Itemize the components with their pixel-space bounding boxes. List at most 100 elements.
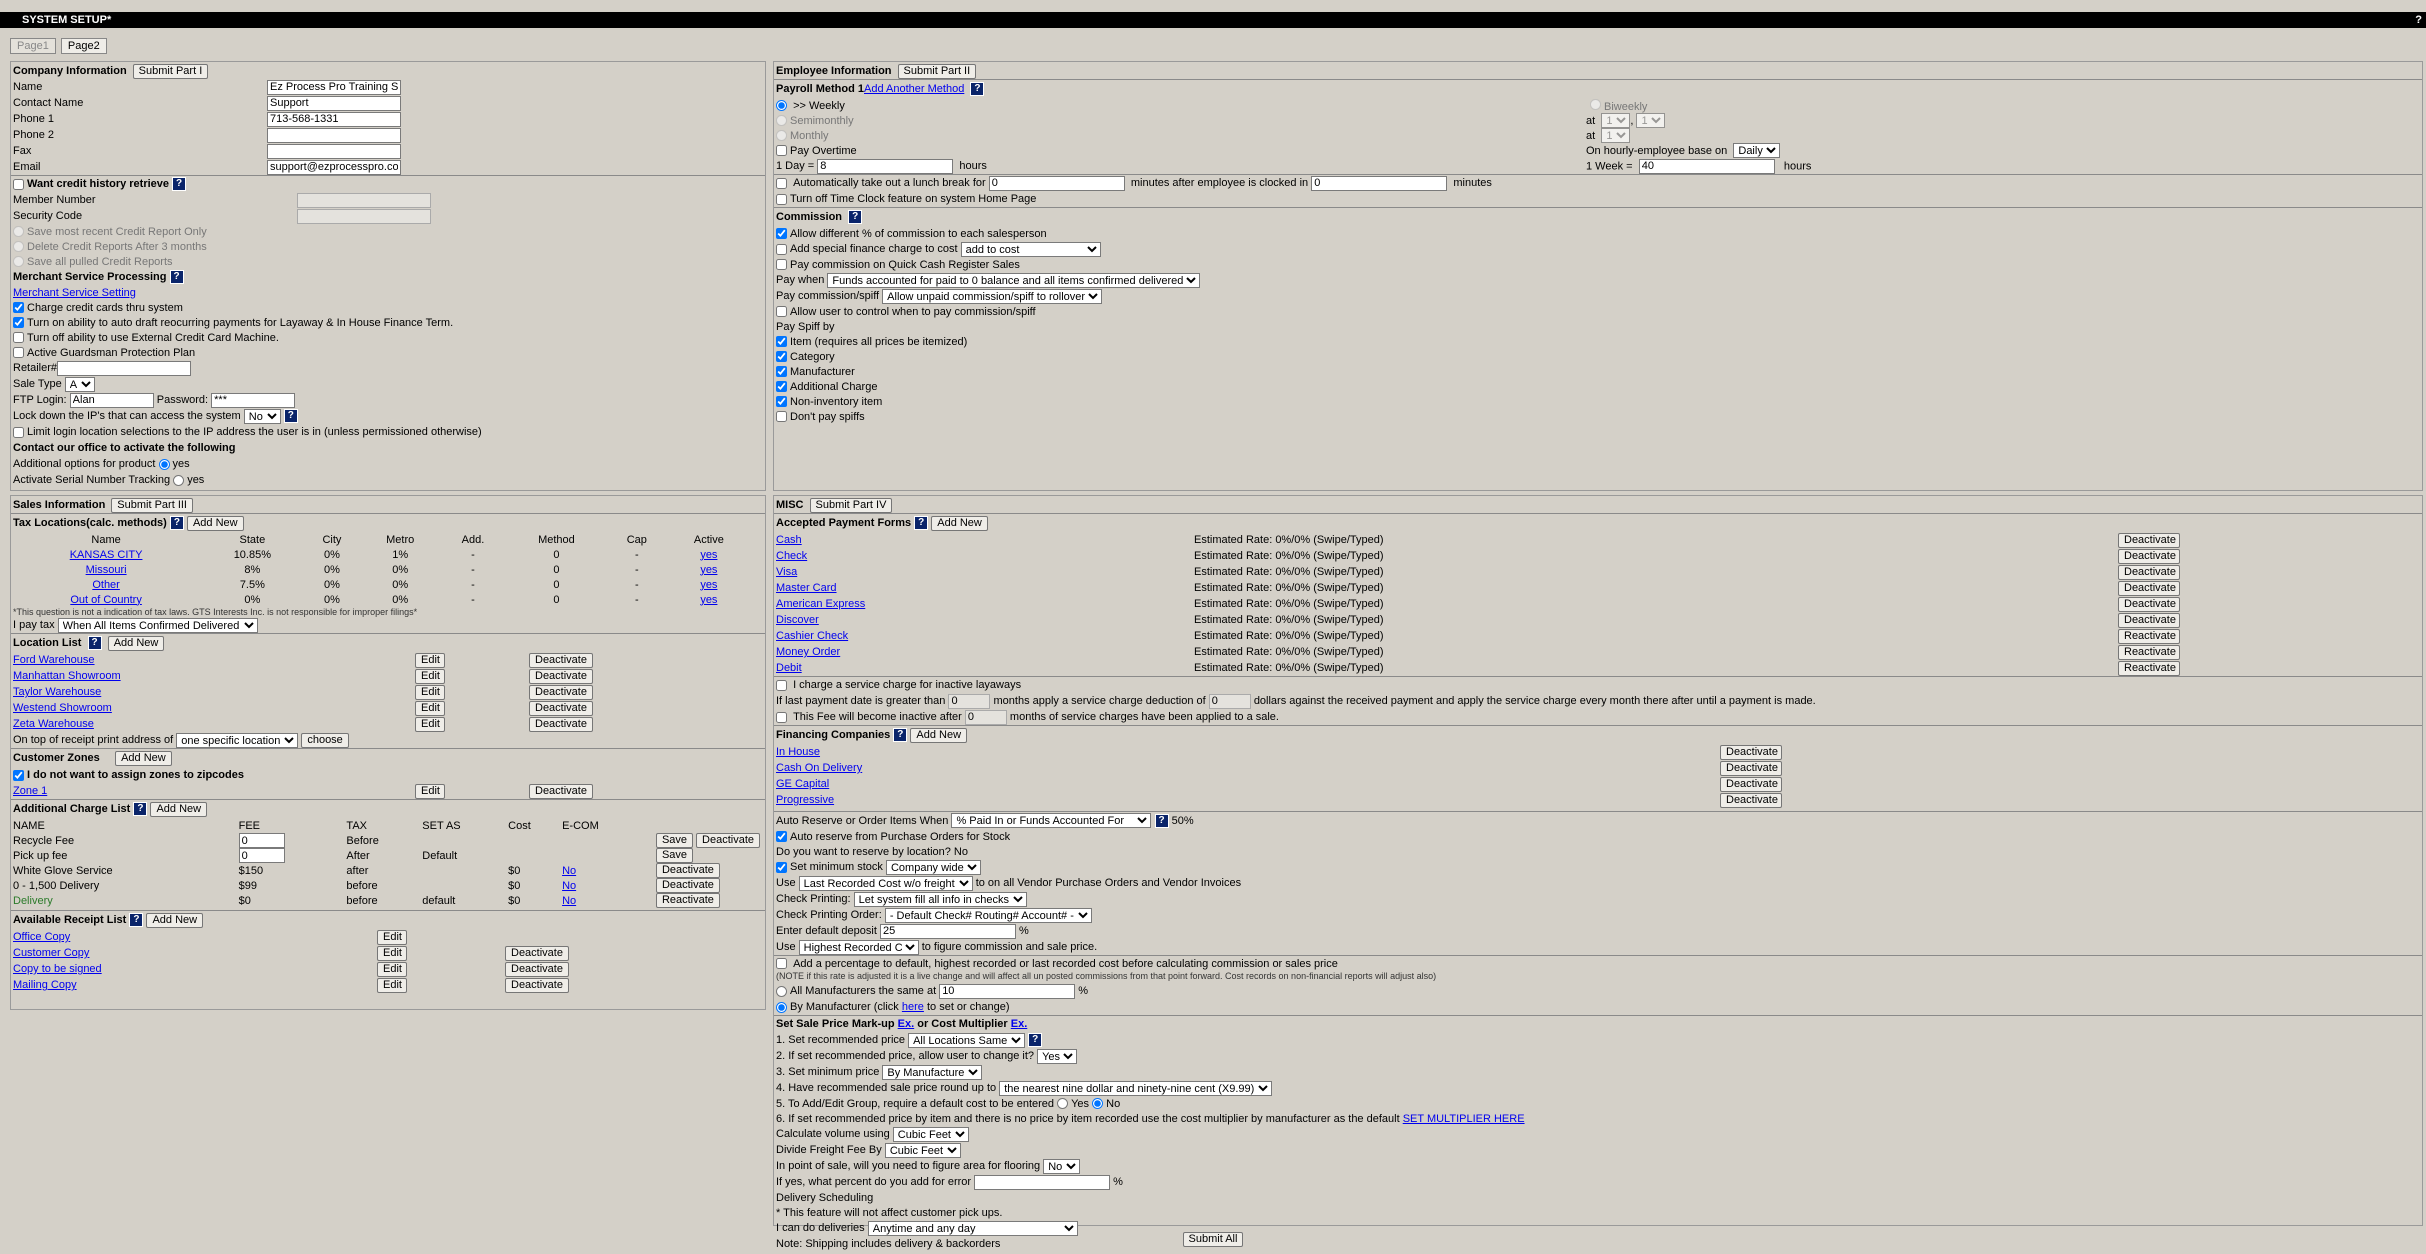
add-receipt-button[interactable]: Add New	[146, 912, 204, 928]
tax-location-link[interactable]: Missouri	[86, 564, 127, 576]
tax-cell[interactable]: Missouri	[11, 562, 201, 577]
company-field-input[interactable]	[267, 79, 401, 95]
tax-active-link[interactable]: yes	[700, 564, 717, 576]
set5-no-radio[interactable]	[1092, 1098, 1104, 1109]
comm-finance-select[interactable]: add to cost	[960, 241, 1101, 257]
tax-cell[interactable]: KANSAS CITY	[11, 547, 201, 562]
day-hours-input[interactable]	[817, 158, 954, 174]
tax-cell[interactable]: yes	[667, 592, 751, 607]
payment-link[interactable]: Visa	[776, 566, 797, 578]
help-icon[interactable]: ?	[848, 210, 863, 224]
payment-action-button[interactable]: Deactivate	[2118, 548, 2180, 564]
deactivate-location-button[interactable]: Deactivate	[529, 684, 593, 700]
edit-location-button[interactable]: Edit	[415, 668, 445, 684]
layaway-months-input[interactable]	[948, 693, 991, 709]
credit-option-3-radio[interactable]	[13, 256, 24, 267]
deactivate-financing-button[interactable]: Deactivate	[1720, 760, 1782, 776]
add-location-button[interactable]: Add New	[107, 635, 165, 651]
min-stock-select[interactable]: Company wide	[885, 859, 981, 875]
submit-part-1-button[interactable]: Submit Part I	[132, 63, 209, 79]
by-mfr-radio[interactable]	[776, 1001, 787, 1013]
additional-options-radio[interactable]	[158, 458, 170, 470]
use-cost-select[interactable]: Last Recorded Cost w/o freight	[798, 875, 973, 891]
financing-link[interactable]: Cash On Delivery	[776, 762, 862, 774]
spiff-item-checkbox[interactable]	[776, 396, 787, 407]
company-field-input[interactable]	[267, 111, 401, 127]
add-zone-button[interactable]: Add New	[115, 750, 172, 766]
semimonthly-radio[interactable]	[776, 115, 787, 126]
lunch-checkbox[interactable]	[776, 177, 787, 189]
all-mfr-input[interactable]	[939, 983, 1076, 999]
submit-part-4-button[interactable]: Submit Part IV	[809, 497, 893, 513]
set3-select[interactable]: By Manufacture	[882, 1064, 983, 1080]
member-number-input[interactable]	[297, 192, 431, 208]
set-multiplier-link[interactable]: SET MULTIPLIER HERE	[1403, 1113, 1525, 1125]
submit-part-3-button[interactable]: Submit Part III	[111, 497, 193, 513]
edit-location-button[interactable]: Edit	[415, 700, 445, 716]
tax-cell[interactable]: yes	[667, 562, 751, 577]
edit-receipt-button[interactable]: Edit	[377, 929, 407, 945]
charge-ecom-link[interactable]: No	[562, 895, 576, 907]
tax-cell[interactable]: yes	[667, 547, 751, 562]
merchant-checkbox[interactable]	[13, 302, 24, 313]
add-payment-button[interactable]: Add New	[931, 515, 988, 531]
help-icon[interactable]: ?	[2415, 12, 2422, 28]
serial-tracking-radio[interactable]	[173, 474, 185, 486]
semimonthly-day-2[interactable]: 1	[1636, 113, 1666, 128]
help-icon[interactable]: ?	[283, 409, 298, 423]
min-stock-checkbox[interactable]	[776, 861, 787, 873]
freight-select[interactable]: Cubic Feet	[884, 1142, 961, 1158]
tax-active-link[interactable]: yes	[700, 579, 717, 591]
payment-action-button[interactable]: Deactivate	[2118, 532, 2180, 548]
charge-deactivate-button[interactable]: Deactivate	[655, 863, 720, 878]
help-icon[interactable]: ?	[169, 270, 184, 284]
spiff-item-checkbox[interactable]	[776, 411, 787, 422]
charge-fee-input[interactable]	[238, 848, 285, 863]
charge-ecom-link[interactable]: No	[562, 865, 576, 877]
comm-quick-checkbox[interactable]	[776, 259, 787, 270]
multiplier-example-link[interactable]: Ex.	[1011, 1018, 1028, 1030]
use-highest-select[interactable]: Highest Recorded Cost	[798, 939, 919, 955]
credit-option-2-radio[interactable]	[13, 241, 24, 252]
deactivate-location-button[interactable]: Deactivate	[529, 716, 593, 732]
lockdown-select[interactable]: No	[243, 408, 281, 424]
payment-link[interactable]: Master Card	[776, 582, 837, 594]
retailer-input[interactable]	[57, 360, 192, 376]
help-icon[interactable]: ?	[1154, 813, 1169, 828]
set1-select[interactable]: All Locations Same	[908, 1032, 1026, 1048]
help-icon[interactable]: ?	[129, 913, 144, 927]
spiff-item-checkbox[interactable]	[776, 381, 787, 392]
volume-select[interactable]: Cubic Feet	[892, 1126, 969, 1142]
markup-example-link[interactable]: Ex.	[898, 1018, 915, 1030]
payment-link[interactable]: Cashier Check	[776, 630, 848, 642]
merchant-checkbox[interactable]	[13, 332, 24, 343]
company-field-input[interactable]	[267, 159, 401, 175]
deactivate-receipt-button[interactable]: Deactivate	[505, 945, 569, 961]
submit-all-button[interactable]: Submit All	[1182, 1232, 1244, 1247]
location-link[interactable]: Westend Showroom	[13, 702, 112, 714]
payment-action-button[interactable]: Deactivate	[2118, 612, 2180, 628]
week-hours-input[interactable]	[1638, 158, 1775, 174]
monthly-radio[interactable]	[776, 130, 787, 141]
submit-part-2-button[interactable]: Submit Part II	[897, 63, 977, 79]
tax-location-link[interactable]: Out of Country	[70, 594, 142, 606]
help-icon[interactable]: ?	[169, 516, 184, 530]
charge-save-button[interactable]: Save	[655, 848, 694, 863]
edit-receipt-button[interactable]: Edit	[377, 977, 407, 993]
semimonthly-day-1[interactable]: 1	[1601, 113, 1631, 128]
charge-deactivate-button[interactable]: Deactivate	[655, 878, 720, 893]
receipt-link[interactable]: Mailing Copy	[13, 979, 77, 991]
all-mfr-radio[interactable]	[776, 985, 787, 997]
edit-zone-button[interactable]: Edit	[415, 783, 445, 799]
charge-reactivate-button[interactable]: Reactivate	[655, 893, 720, 908]
merchant-checkbox[interactable]	[13, 317, 24, 328]
check-printing-select[interactable]: Let system fill all info in checks	[853, 891, 1027, 907]
tab-page2[interactable]: Page2	[60, 38, 107, 54]
tax-cell[interactable]: Other	[11, 577, 201, 592]
spiff-item-checkbox[interactable]	[776, 336, 787, 347]
payment-link[interactable]: Check	[776, 550, 807, 562]
company-field-input[interactable]	[267, 95, 401, 111]
charge-ecom-link[interactable]: No	[562, 880, 576, 892]
payment-link[interactable]: Discover	[776, 614, 819, 626]
payment-action-button[interactable]: Deactivate	[2118, 596, 2180, 612]
